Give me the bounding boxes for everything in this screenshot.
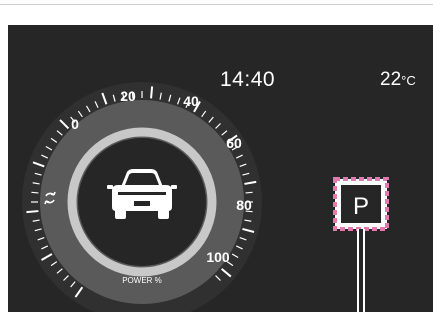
scale-label-40: 40 [183,93,199,109]
gauge-tick [150,86,154,99]
gear-leader-line-inner [359,229,363,312]
temperature-unit: °C [401,73,416,88]
gear-indicator: P [333,177,389,312]
gear-letter: P [353,193,369,220]
clock-time: 14:40 [220,68,276,91]
gauge-tick [245,191,253,194]
gauge-tick [31,191,39,194]
scale-label-60: 60 [226,135,242,151]
scale-label-0: 0 [71,116,79,132]
top-divider [0,4,433,5]
gauge-tick [26,210,39,214]
instrument-display: 0 20 40 60 80 100 POWER % 14:40 22°C P [8,25,433,312]
power-label: POWER % [122,276,162,285]
outside-temperature: 22°C [380,69,416,91]
temperature-value: 22 [380,69,402,90]
scale-label-20: 20 [120,88,136,104]
scale-label-80: 80 [236,197,252,213]
page-frame: 0 20 40 60 80 100 POWER % 14:40 22°C P [0,0,433,312]
scale-label-100: 100 [206,249,230,265]
